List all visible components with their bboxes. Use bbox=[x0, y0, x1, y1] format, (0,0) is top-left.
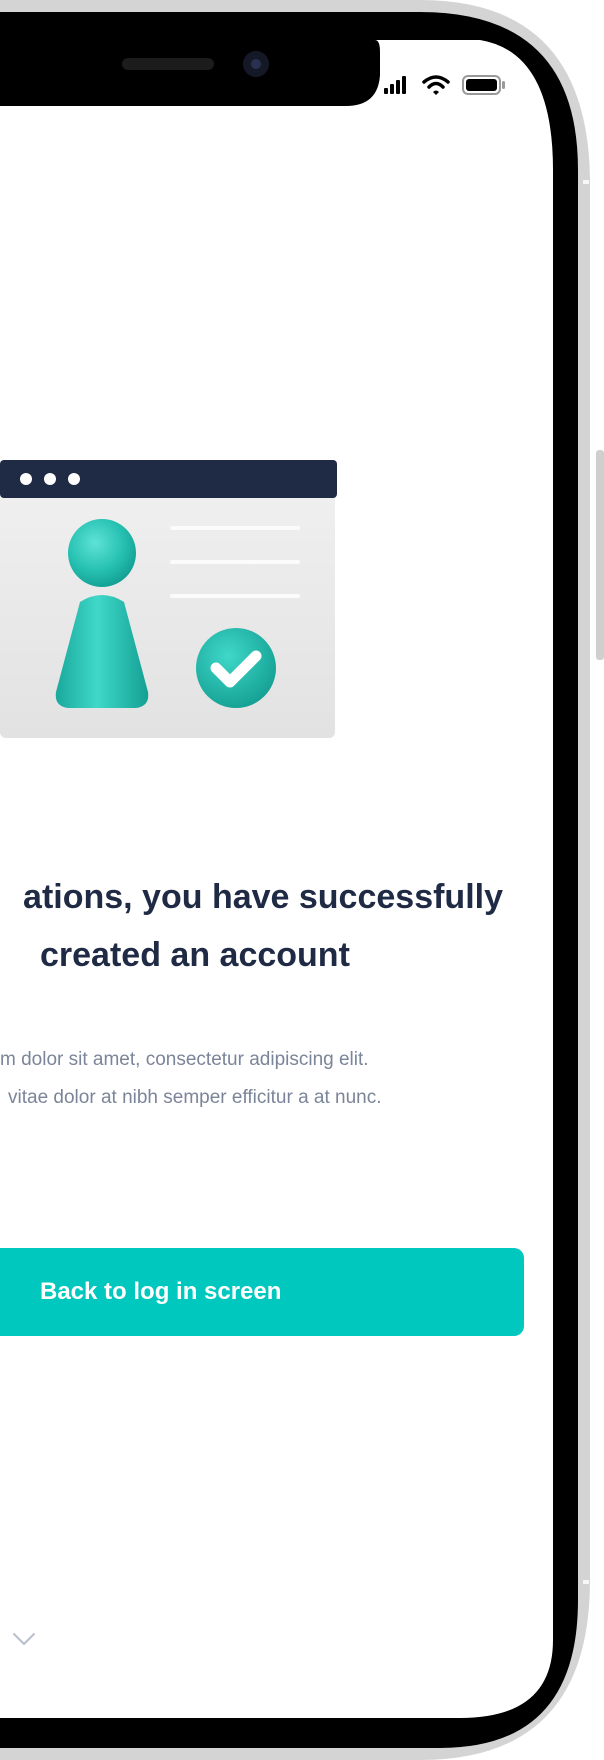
phone-edge bbox=[0, 0, 590, 1760]
phone-mockup: ations, you have successfully created an… bbox=[0, 0, 604, 1760]
speaker-grille bbox=[122, 58, 214, 70]
notch bbox=[0, 40, 380, 106]
phone-bezel bbox=[0, 12, 578, 1748]
phone-frame bbox=[0, 0, 604, 1760]
side-button bbox=[596, 450, 604, 660]
